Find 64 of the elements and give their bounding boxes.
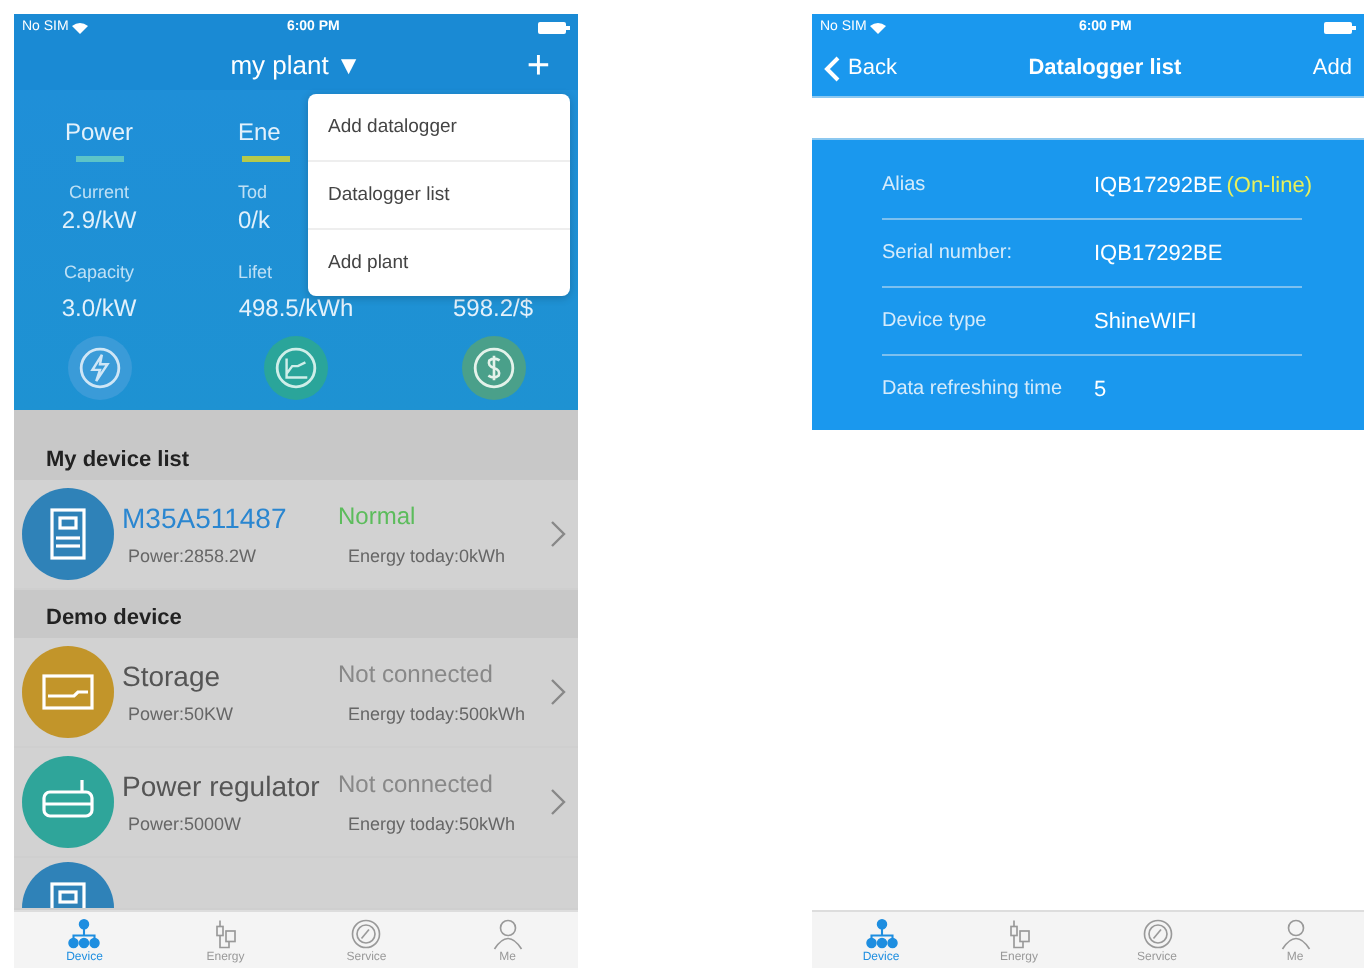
field-label: Data refreshing time (882, 378, 1065, 400)
person-icon (489, 918, 526, 950)
datalogger-card[interactable]: Alias IQB17292BE (On-line) Serial number: IQB17292BE Device type ShineWIFI Data refreshing time 5 (812, 138, 1364, 430)
device-status: Not connected (338, 770, 493, 802)
hierarchy-icon (863, 918, 899, 950)
person-icon (1277, 918, 1313, 950)
device-power: Power:2858.2W (126, 546, 259, 566)
device-status: Normal (338, 502, 416, 534)
device-row[interactable]: Power regulator Not connected Power:5000W Energy today:50kWh (14, 748, 578, 858)
wifi-icon (72, 21, 89, 33)
metric-tab[interactable]: Power (64, 118, 133, 148)
device-energy: Energy today:0kWh (348, 546, 506, 566)
field-value: IQB17292BE (1094, 241, 1223, 265)
metric-value: 3.0/kW (61, 294, 137, 326)
device-row-partial[interactable] (14, 858, 578, 910)
section-title: Demo device (46, 606, 182, 630)
menu-item[interactable]: Add datalogger (308, 94, 570, 162)
chart-icon (264, 336, 328, 400)
back-chevron-icon (824, 55, 840, 81)
dial-icon (348, 918, 385, 950)
device-row[interactable]: M35A511487 Normal Power:2858.2W Energy today:0kWh (14, 480, 578, 590)
wifi-icon (870, 21, 887, 33)
section-title: My device list (46, 448, 190, 472)
hierarchy-icon (66, 918, 103, 950)
metric-label: Capacity (63, 262, 134, 286)
device-row[interactable]: Storage Not connected Power:50KW Energy today:500kWh (14, 638, 578, 748)
add-button[interactable]: Add (1312, 56, 1352, 80)
field-label: Serial number: (882, 242, 1015, 264)
dollar-icon (461, 336, 525, 400)
chevron-icon (550, 678, 566, 706)
device-name: M35A511487 (122, 502, 289, 534)
device-energy: Energy today:500kWh (348, 704, 526, 724)
menu-item[interactable]: Add plant (308, 230, 570, 296)
device-name: Power regulator (122, 770, 322, 802)
metric-value: 598.2/$ (452, 294, 534, 326)
back-button[interactable]: Back (824, 55, 897, 81)
field-value: IQB17292BE (1094, 173, 1223, 197)
metric-value: 498.5/kWh (238, 294, 354, 326)
metric-value: 2.9/kW (61, 206, 137, 238)
plant-selector[interactable]: my plant ▼ (230, 50, 362, 80)
field-label: Alias (882, 174, 928, 196)
chevron-icon (550, 520, 566, 548)
battery-icon (538, 21, 570, 33)
field-label: Device type (882, 310, 989, 332)
add-button[interactable]: + (526, 44, 550, 90)
battery-icon (1324, 21, 1356, 33)
device-energy: Energy today:50kWh (348, 814, 516, 834)
online-status: (On-line) (1226, 173, 1313, 197)
lightning-icon (67, 336, 131, 400)
field-value: ShineWIFI (1094, 309, 1197, 333)
device-name: Storage (122, 660, 223, 692)
field-value: 5 (1094, 377, 1107, 401)
menu-item[interactable]: Datalogger list (308, 162, 570, 230)
device-power: Power:5000W (126, 814, 244, 834)
metric-label: Tod (238, 182, 268, 206)
screen-title: Datalogger list (1028, 56, 1182, 80)
device-status: Not connected (338, 660, 493, 692)
dial-icon (1139, 918, 1175, 950)
chevron-icon (550, 788, 566, 816)
metric-tab[interactable]: Ene (238, 118, 281, 148)
metric-value: 0/k (238, 206, 271, 238)
metric-label: Current (68, 182, 129, 206)
metric-label: Lifet (238, 262, 273, 286)
device-power: Power:50KW (126, 704, 236, 724)
